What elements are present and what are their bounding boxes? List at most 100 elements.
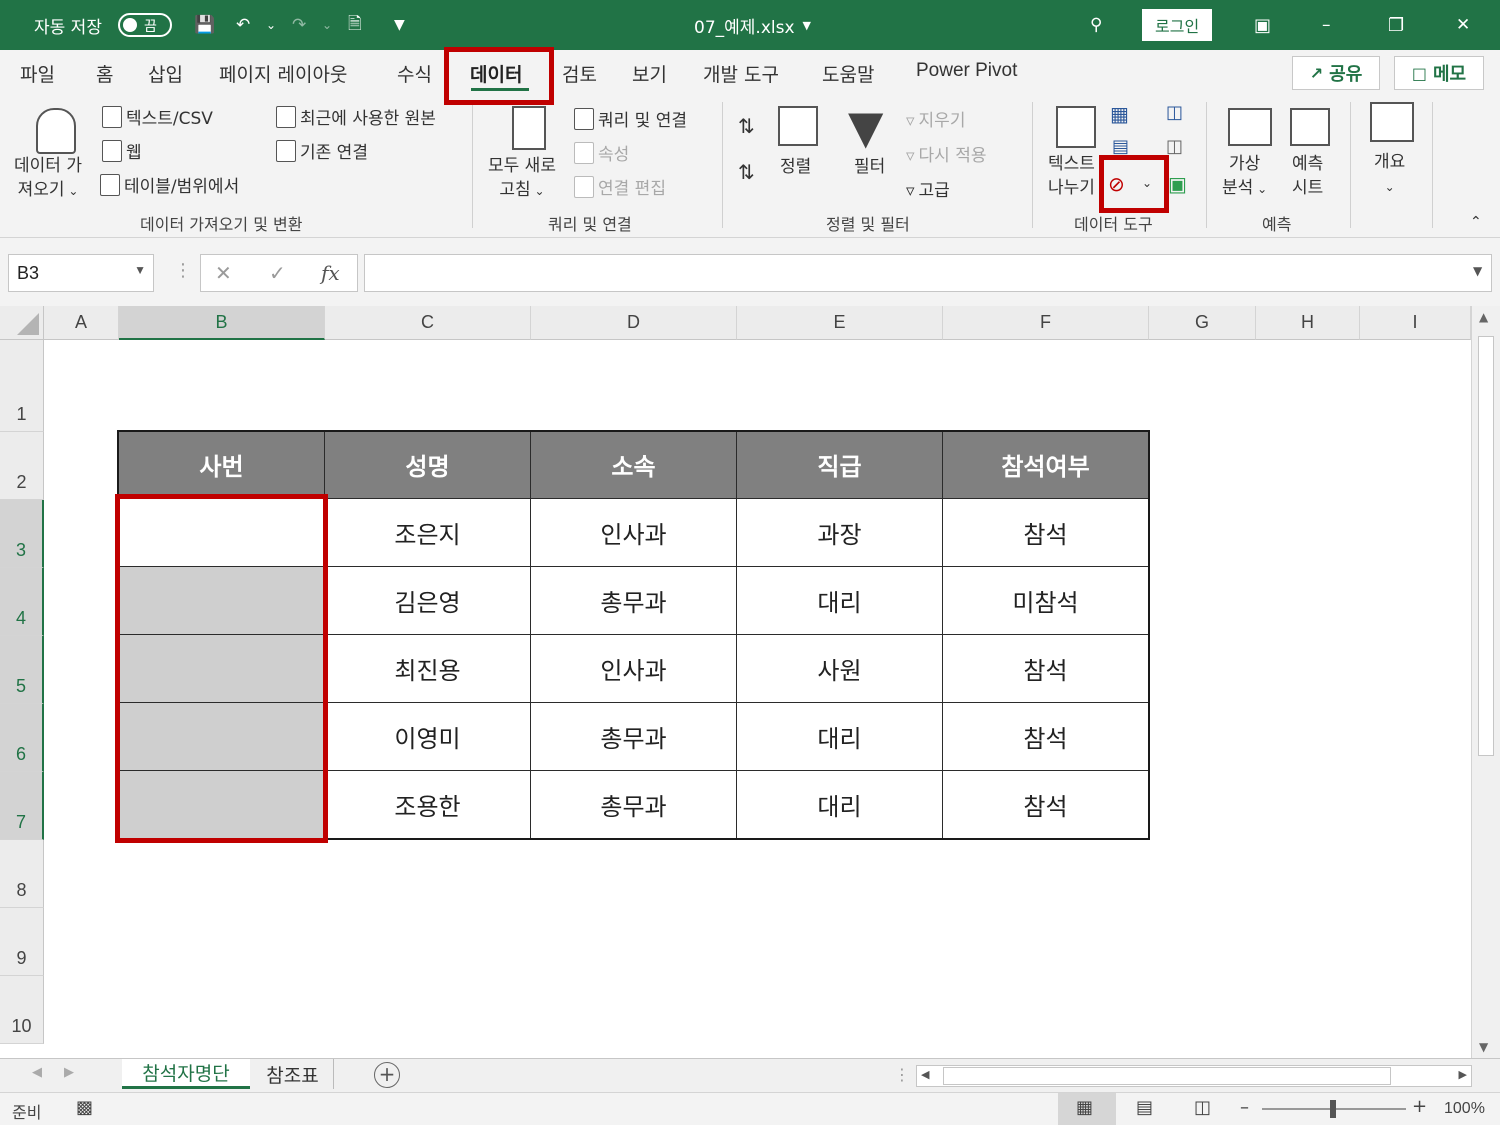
sort-descending-icon[interactable]: ⇅ [738, 160, 755, 184]
column-header[interactable]: I [1360, 306, 1471, 340]
row-header[interactable]: 7 [0, 772, 44, 840]
customize-qat-icon[interactable]: ▼ [394, 0, 405, 50]
zoom-out-icon[interactable]: – [1240, 1097, 1249, 1118]
column-header[interactable]: C [325, 306, 531, 340]
table-cell[interactable]: 참석 [942, 634, 1149, 703]
page-break-view-icon[interactable]: ◫ [1194, 1097, 1211, 1118]
tab-formulas[interactable]: 수식 [397, 60, 432, 87]
tab-developer[interactable]: 개발 도구 [703, 60, 779, 87]
row-header[interactable]: 10 [0, 976, 44, 1044]
ribbon-display-icon[interactable]: ▣ [1254, 0, 1271, 50]
column-header[interactable]: G [1149, 306, 1256, 340]
tab-insert[interactable]: 삽입 [148, 60, 183, 87]
refresh-all-button[interactable]: 모두 새로 고침 ⌄ [488, 154, 556, 203]
forecast-sheet-button[interactable]: 예측 시트 [1292, 152, 1323, 200]
zoom-level[interactable]: 100% [1444, 1100, 1485, 1118]
table-cell[interactable]: 과장 [736, 498, 943, 567]
column-header[interactable]: F [943, 306, 1149, 340]
horizontal-scrollbar[interactable]: ◀ ▶ [916, 1065, 1472, 1087]
get-data-button[interactable]: 데이터 가 져오기 ⌄ [14, 154, 82, 203]
reapply-button[interactable]: ▿ 다시 적용 [906, 141, 987, 166]
save-icon[interactable]: 💾 [194, 0, 215, 50]
row-header[interactable]: 1 [0, 340, 44, 432]
scroll-right-icon[interactable]: ▶ [1459, 1068, 1467, 1081]
advanced-filter-button[interactable]: ▿ 고급 [906, 176, 950, 201]
flash-fill-icon[interactable]: ▦ [1110, 102, 1129, 126]
minimize-icon[interactable]: – [1322, 0, 1331, 50]
column-header[interactable]: D [531, 306, 737, 340]
memo-button[interactable]: □ 메모 [1394, 56, 1484, 90]
login-button[interactable]: 로그인 [1142, 0, 1213, 50]
tab-home[interactable]: 홈 [96, 60, 113, 87]
table-cell[interactable]: 사원 [736, 634, 943, 703]
table-cell[interactable]: 이영미 [324, 702, 531, 771]
relationships-icon[interactable]: ◫ [1166, 136, 1183, 157]
close-icon[interactable]: ✕ [1456, 0, 1470, 50]
window-title[interactable]: 07_예제.xlsx ▼ [694, 0, 811, 50]
formula-input[interactable] [364, 254, 1492, 292]
from-text-csv-button[interactable]: 텍스트/CSV [102, 104, 213, 129]
redo-icon[interactable]: ↷ [292, 0, 306, 50]
recent-sources-button[interactable]: 최근에 사용한 원본 [276, 104, 436, 129]
scroll-left-icon[interactable]: ◀ [921, 1068, 929, 1081]
header-cell[interactable]: 성명 [324, 430, 531, 499]
sheet-tab-reference[interactable]: 참조표 [252, 1059, 334, 1089]
table-cell[interactable]: 인사과 [530, 498, 737, 567]
properties-button[interactable]: 속성 [574, 140, 629, 165]
normal-view-button[interactable]: ▦ [1058, 1093, 1116, 1125]
table-cell[interactable]: 총무과 [530, 702, 737, 771]
sort-button[interactable]: 정렬 [780, 152, 811, 177]
table-cell[interactable] [118, 566, 325, 635]
vertical-scroll-thumb[interactable] [1478, 336, 1494, 756]
table-cell[interactable] [118, 770, 325, 839]
table-cell[interactable]: 대리 [736, 566, 943, 635]
table-cell[interactable]: 총무과 [530, 566, 737, 635]
table-cell[interactable]: 최진용 [324, 634, 531, 703]
collapse-ribbon-icon[interactable]: ⌃ [1470, 214, 1482, 230]
clear-filter-button[interactable]: ▿ 지우기 [906, 106, 965, 131]
tab-page-layout[interactable]: 페이지 레이아웃 [219, 60, 347, 87]
table-cell[interactable]: 참석 [942, 702, 1149, 771]
undo-icon[interactable]: ↶ [236, 0, 250, 50]
table-cell[interactable]: 참석 [942, 498, 1149, 567]
tab-view[interactable]: 보기 [632, 60, 667, 87]
table-cell[interactable]: 조은지 [324, 498, 531, 567]
scroll-down-icon[interactable]: ▼ [1479, 1040, 1488, 1054]
tab-file[interactable]: 파일 [20, 60, 55, 87]
expand-formula-bar-icon[interactable]: ▼ [1473, 264, 1482, 278]
share-button[interactable]: ↗ 공유 [1292, 56, 1380, 90]
column-header[interactable]: A [44, 306, 119, 340]
filter-button[interactable]: 필터 [854, 152, 885, 177]
column-header[interactable]: B [119, 306, 325, 340]
print-preview-icon[interactable]: 🗎 [348, 0, 362, 50]
table-cell[interactable] [118, 702, 325, 771]
undo-dropdown-icon[interactable]: ⌄ [266, 0, 276, 50]
row-header[interactable]: 5 [0, 636, 44, 704]
enter-icon[interactable]: ✓ [269, 261, 286, 285]
queries-connections-button[interactable]: 쿼리 및 연결 [574, 106, 687, 131]
header-cell[interactable]: 직급 [736, 430, 943, 499]
row-header[interactable]: 8 [0, 840, 44, 908]
data-validation-dropdown-icon[interactable]: ⌄ [1142, 176, 1152, 190]
tab-split-grip-icon[interactable]: ⋮ [894, 1065, 910, 1084]
table-cell[interactable]: 조용한 [324, 770, 531, 839]
prev-sheet-icon[interactable]: ◀ [32, 1065, 42, 1080]
accessibility-icon[interactable]: ▩ [76, 1097, 93, 1118]
cancel-icon[interactable]: ✕ [215, 261, 232, 285]
row-header[interactable]: 6 [0, 704, 44, 772]
name-box[interactable]: B3 ▼ [8, 254, 154, 292]
cell-b3-selected[interactable] [118, 498, 325, 567]
table-cell[interactable]: 대리 [736, 702, 943, 771]
add-sheet-icon[interactable]: + [374, 1062, 400, 1088]
remove-duplicates-icon[interactable]: ▤ [1112, 136, 1129, 157]
select-all-button[interactable] [0, 306, 44, 340]
tab-data[interactable]: 데이터 [470, 60, 522, 87]
table-cell[interactable]: 인사과 [530, 634, 737, 703]
sort-ascending-icon[interactable]: ⇅ [738, 114, 755, 138]
existing-connections-button[interactable]: 기존 연결 [276, 138, 368, 163]
table-cell[interactable]: 대리 [736, 770, 943, 839]
outline-button[interactable]: 개요 ⌄ [1374, 150, 1405, 199]
insert-function-icon[interactable]: fx [321, 261, 340, 285]
page-layout-view-icon[interactable]: ▤ [1136, 1097, 1153, 1118]
zoom-slider-thumb[interactable] [1330, 1100, 1336, 1118]
